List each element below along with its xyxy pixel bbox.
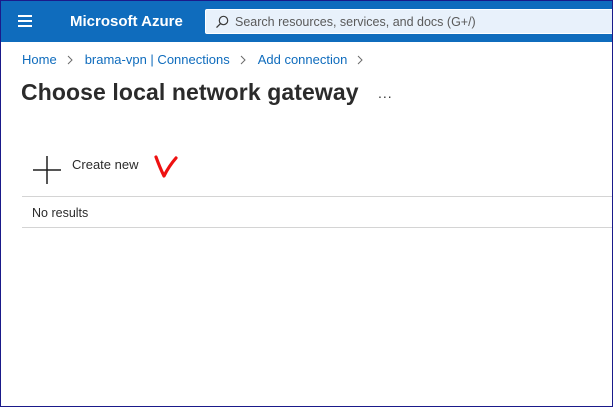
breadcrumb: Home brama-vpn | Connections Add connect…: [22, 52, 375, 67]
create-new-button[interactable]: Create new: [31, 154, 146, 186]
top-navigation-bar: Microsoft Azure Search resources, servic…: [1, 1, 612, 42]
search-icon: [216, 15, 229, 29]
no-results-text: No results: [32, 206, 89, 220]
breadcrumb-home[interactable]: Home: [22, 52, 57, 67]
results-bottom-divider: [22, 227, 612, 228]
chevron-right-icon: [240, 55, 246, 64]
brand-title[interactable]: Microsoft Azure: [70, 13, 183, 30]
page-title: Choose local network gateway: [21, 79, 359, 105]
red-checkmark-annotation: [154, 155, 178, 178]
create-new-label: Create new: [72, 157, 139, 172]
results-top-divider: [22, 196, 612, 197]
breadcrumb-connections[interactable]: brama-vpn | Connections: [85, 52, 230, 67]
breadcrumb-add-connection[interactable]: Add connection: [258, 52, 348, 67]
more-options-button[interactable]: ...: [378, 85, 393, 101]
search-placeholder: Search resources, services, and docs (G+…: [235, 15, 476, 29]
hamburger-menu-icon[interactable]: [18, 14, 34, 28]
chevron-right-icon: [357, 55, 364, 64]
portal-window: Microsoft Azure Search resources, servic…: [0, 0, 613, 407]
plus-icon: [33, 156, 61, 184]
chevron-right-icon: [67, 55, 73, 64]
global-search-box[interactable]: Search resources, services, and docs (G+…: [205, 9, 612, 34]
